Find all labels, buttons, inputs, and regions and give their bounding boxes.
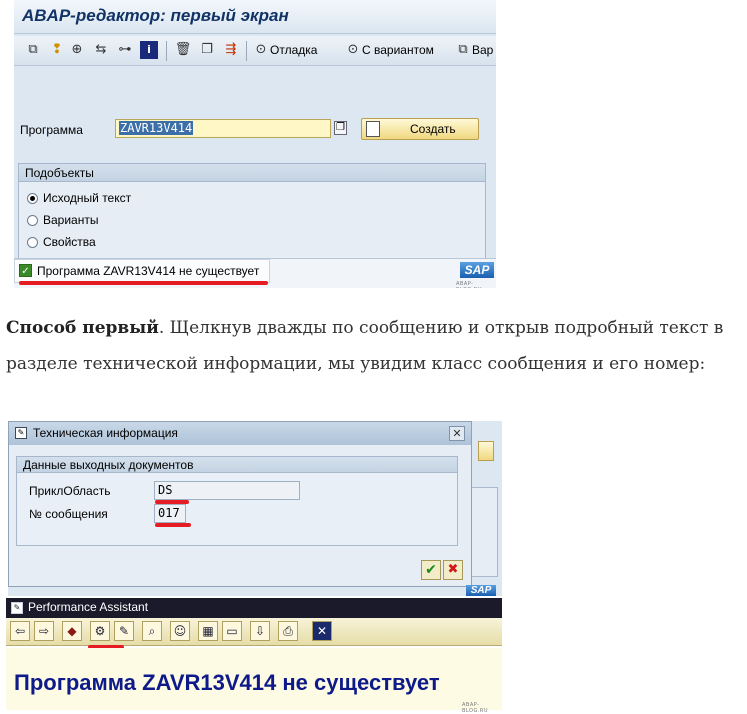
window-icon: ✎	[11, 602, 23, 614]
confirm-check-icon[interactable]: ✔	[421, 560, 441, 580]
output-data-group: Данные выходных документов ПриклОбласть …	[16, 456, 458, 546]
forward-arrow-icon[interactable]: ⇨	[34, 621, 54, 641]
bookmark-icon[interactable]: ◆	[62, 621, 82, 641]
radio-button[interactable]	[27, 237, 38, 248]
radio-label: Свойства	[43, 235, 96, 249]
dialog-title-bar: ✎ Техническая информация ✕	[9, 422, 471, 445]
info-icon[interactable]: i	[140, 41, 158, 59]
editor-title-bar: ABAP-редактор: первый экран	[14, 0, 496, 34]
create-button[interactable]: Создать	[361, 118, 479, 140]
activate-icon[interactable]: ⊕	[68, 41, 86, 59]
close-icon[interactable]: ✕	[312, 621, 332, 641]
radio-source-text[interactable]: Исходный текст	[27, 190, 227, 208]
app-area-label: ПриклОбласть	[29, 484, 111, 498]
close-icon[interactable]: ✕	[449, 426, 465, 441]
assistant-toolbar: ⇦ ⇨ ◆ ⚙ ✎ ⌕ ☺ ▦ ▭ ⇩ ⎙ ✕	[6, 618, 502, 646]
program-label: Программа	[20, 123, 83, 137]
print-icon[interactable]: ⎙	[278, 621, 298, 641]
new-document-icon	[366, 121, 380, 137]
variant-button[interactable]: С вариантом	[362, 42, 434, 58]
assistant-title: Performance Assistant	[28, 600, 149, 614]
radio-label: Варианты	[43, 213, 99, 227]
radio-variants[interactable]: Варианты	[27, 212, 227, 230]
assistant-title-bar: ✎ Performance Assistant	[6, 598, 502, 618]
back-arrow-icon[interactable]: ⇦	[10, 621, 30, 641]
watermark: ABAP-BLOG.RU	[462, 702, 489, 714]
user-icon[interactable]: ☺	[170, 621, 190, 641]
table-icon[interactable]: ▦	[198, 621, 218, 641]
export-icon[interactable]: ⇩	[250, 621, 270, 641]
where-used-icon[interactable]: ⇆	[92, 41, 110, 59]
performance-assistant-screenshot: ✎ Performance Assistant ⇦ ⇨ ◆ ⚙ ✎ ⌕ ☺ ▦ …	[6, 598, 502, 714]
editor-title: ABAP-редактор: первый экран	[22, 6, 289, 25]
radio-button[interactable]	[27, 193, 38, 204]
message-number-label: № сообщения	[29, 507, 108, 521]
delete-icon[interactable]: 🗑	[174, 41, 192, 59]
cancel-x-icon[interactable]: ✖	[443, 560, 463, 580]
toolbar-separator	[166, 41, 167, 61]
program-input[interactable]: ZAVR13V414	[115, 119, 331, 138]
display-icon[interactable]: ▭	[222, 621, 242, 641]
group-title: Данные выходных документов	[23, 458, 194, 472]
message-number-field: 017	[154, 504, 186, 523]
variant-icon[interactable]: ⊙	[344, 41, 362, 59]
radio-properties[interactable]: Свойства	[27, 234, 227, 252]
search-icon[interactable]: ⌕	[142, 621, 162, 641]
sap-logo: SAP	[466, 585, 496, 596]
technical-info-icon[interactable]: ⚙	[90, 621, 110, 641]
app-area-field: DS	[154, 481, 300, 500]
status-message[interactable]: ✓ Программа ZAVR13V414 не существует	[14, 259, 270, 283]
radio-button[interactable]	[27, 215, 38, 226]
sap-logo: SAP	[460, 262, 494, 278]
execute-icon[interactable]: ⇶	[222, 41, 240, 59]
debug-button[interactable]: Отладка	[270, 42, 317, 58]
search-help-icon[interactable]: ❐	[334, 121, 347, 135]
watermark: ABAP-BLOG.RU	[456, 281, 482, 288]
editor-toolbar: ⧉ ❢ ⊕ ⇆ ⊶ i 🗑 ❐ ⇶ ⊙ Отладка ⊙ С варианто…	[14, 36, 496, 66]
radio-label: Исходный текст	[43, 191, 132, 205]
assistant-message: Программа ZAVR13V414 не существует	[14, 670, 440, 695]
background-button	[478, 441, 494, 461]
abap-editor-screenshot: ABAP-редактор: первый экран ⧉ ❢ ⊕ ⇆ ⊶ i …	[14, 0, 496, 288]
article-bold: Способ первый	[6, 318, 159, 338]
subobjects-header: Подобъекты	[19, 164, 485, 182]
other-object-icon[interactable]: ⧉	[24, 41, 42, 59]
background-group	[468, 487, 498, 577]
variants-icon[interactable]: ⧉	[454, 41, 472, 59]
window-icon: ✎	[15, 427, 27, 439]
toolbar-separator	[246, 41, 247, 61]
success-check-icon: ✓	[19, 264, 32, 277]
copy-icon[interactable]: ❐	[198, 41, 216, 59]
program-input-value: ZAVR13V414	[119, 121, 194, 135]
subobjects-group: Подобъекты Исходный текст Варианты Свойс…	[18, 163, 486, 273]
article-paragraph: Способ первый. Щелкнув дважды по сообщен…	[6, 310, 736, 382]
red-underline-highlight	[155, 523, 191, 527]
red-underline-highlight	[19, 281, 268, 285]
dialog-title: Техническая информация	[33, 426, 178, 440]
check-icon[interactable]: ❢	[48, 41, 66, 59]
debug-icon[interactable]: ⊙	[252, 41, 270, 59]
subobjects-title: Подобъекты	[25, 166, 94, 180]
technical-info-screenshot: ✎ Техническая информация ✕ Данные выходн…	[8, 421, 502, 596]
test-icon[interactable]: ⊶	[116, 41, 134, 59]
technical-info-dialog: ✎ Техническая информация ✕ Данные выходн…	[8, 421, 472, 587]
output-data-header: Данные выходных документов	[17, 457, 457, 473]
create-button-label: Создать	[410, 122, 456, 136]
edit-icon[interactable]: ✎	[114, 621, 134, 641]
status-message-text: Программа ZAVR13V414 не существует	[37, 264, 260, 278]
variants-button[interactable]: Вар	[472, 42, 493, 58]
